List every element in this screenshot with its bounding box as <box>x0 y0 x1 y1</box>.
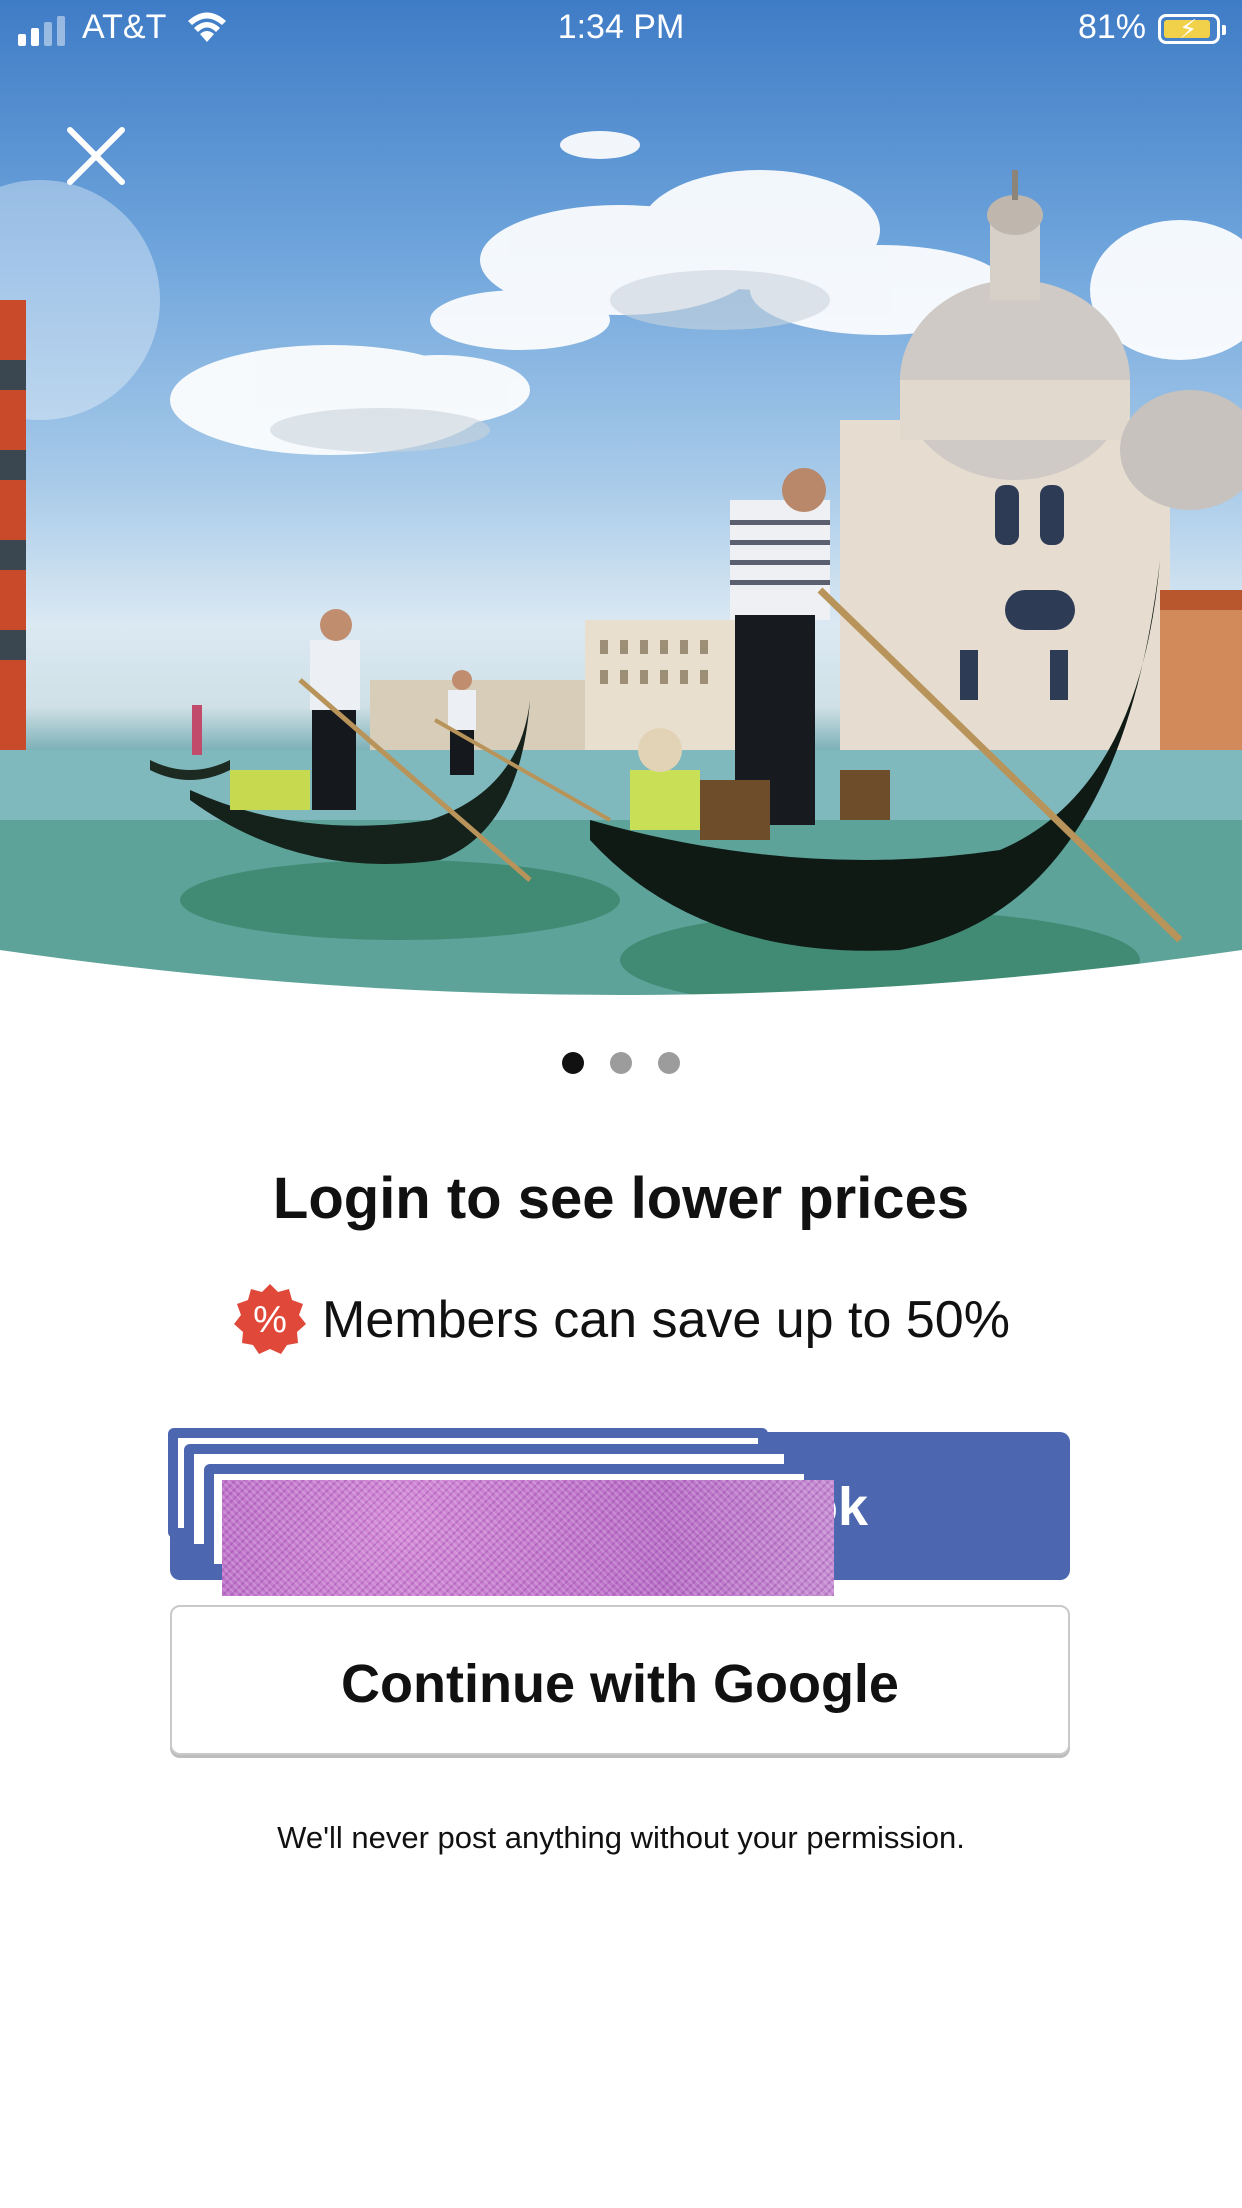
savings-message: % Members can save up to 50% <box>0 1282 1242 1358</box>
venice-gondola-illustration <box>0 131 1242 1010</box>
percent-symbol: % <box>253 1299 287 1341</box>
close-icon <box>67 127 125 185</box>
google-button-label: Continue with Google <box>341 1654 899 1714</box>
page-dot-1[interactable] <box>562 1052 584 1074</box>
redacted-area <box>222 1480 834 1596</box>
savings-text: Members can save up to 50% <box>322 1291 1010 1349</box>
page-dot-2[interactable] <box>610 1052 632 1074</box>
page-dot-3[interactable] <box>658 1052 680 1074</box>
carousel-page-indicator <box>0 1052 1242 1074</box>
percent-badge-icon: % <box>232 1282 308 1358</box>
continue-with-google-button[interactable]: Continue with Google <box>170 1605 1070 1755</box>
battery-icon: ⚡ <box>1158 14 1226 44</box>
permission-disclaimer: We'll never post anything without your p… <box>277 1820 965 1855</box>
status-bar: AT&T 1:34 PM 81% ⚡ <box>0 0 1242 60</box>
clock: 1:34 PM <box>557 8 685 46</box>
page-title: Login to see lower prices <box>272 1166 970 1231</box>
hero-image <box>0 0 1242 1010</box>
close-button[interactable] <box>60 120 132 192</box>
battery-percent: 81% <box>1077 8 1146 46</box>
